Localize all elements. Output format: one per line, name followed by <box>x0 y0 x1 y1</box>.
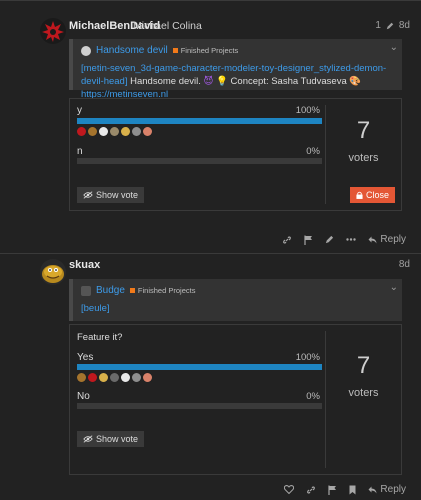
voter-avatars <box>77 373 152 382</box>
lightbulb-emoji-icon: 💡 <box>216 76 228 87</box>
palette-emoji-icon: 🎨 <box>349 76 362 87</box>
voter-avatars <box>77 127 152 136</box>
avatar[interactable] <box>132 127 141 136</box>
username[interactable]: skuax <box>69 259 100 271</box>
link-icon[interactable] <box>306 485 316 495</box>
poll-bar <box>77 158 322 164</box>
quote-link[interactable]: [beule] <box>81 303 110 314</box>
quote-user-link[interactable]: Handsome devil <box>96 45 168 56</box>
poll-option-percent: 0% <box>306 391 320 402</box>
full-name[interactable]: Michael Colina <box>133 20 202 32</box>
poll-bar-fill <box>77 364 322 370</box>
poll-option-percent: 100% <box>295 352 320 363</box>
reply-button[interactable]: Reply <box>368 484 406 495</box>
avatar[interactable] <box>88 127 97 136</box>
edit-count[interactable]: 1 <box>375 20 381 31</box>
category-badge[interactable]: Finished Projects <box>172 46 239 55</box>
post-meta: 8d <box>399 259 410 270</box>
poll-option-label[interactable]: Yes <box>77 352 93 363</box>
eye-slash-icon <box>83 435 93 443</box>
avatar[interactable] <box>77 127 86 136</box>
post-1: MichaelBenDavid Michael Colina 1 8d Hand… <box>0 5 421 250</box>
voters-count: 7 <box>356 352 371 379</box>
more-options-icon[interactable] <box>346 238 357 241</box>
avatar[interactable] <box>99 127 108 136</box>
voters-label: voters <box>348 152 379 164</box>
flag-icon[interactable] <box>328 485 337 495</box>
show-vote-label: Show vote <box>96 434 139 444</box>
avatar[interactable] <box>110 373 119 382</box>
quote-block: Budge Finished Projects ⌄ [beule] <box>69 279 402 321</box>
avatar[interactable] <box>77 373 86 382</box>
poll-option-percent: 100% <box>295 105 320 116</box>
poll-bar <box>77 118 322 124</box>
close-label: Close <box>365 190 389 200</box>
heart-icon[interactable] <box>284 485 295 494</box>
avatar[interactable] <box>40 259 66 285</box>
avatar[interactable] <box>88 373 97 382</box>
pencil-icon[interactable] <box>325 235 334 244</box>
quote-avatar <box>81 285 91 296</box>
link-icon[interactable] <box>282 235 292 245</box>
category-badge[interactable]: Finished Projects <box>129 286 196 295</box>
poll-bar <box>77 364 322 370</box>
post-2: skuax 8d Budge Finished Projects ⌄ [beul… <box>0 253 421 500</box>
avatar[interactable] <box>143 373 152 382</box>
category-color <box>172 48 178 53</box>
post-age[interactable]: 8d <box>399 20 410 31</box>
quote-body: [metin-seven_3d-game-character-modeler-t… <box>81 62 392 101</box>
poll-question: Feature it? <box>77 332 123 343</box>
avatar[interactable] <box>121 127 130 136</box>
voters-count: 7 <box>356 117 371 144</box>
reply-label: Reply <box>380 484 406 495</box>
avatar[interactable] <box>121 373 130 382</box>
flag-icon[interactable] <box>304 235 313 245</box>
quote-text: Concept: Sasha Tudvaseva <box>227 76 350 87</box>
quote-text: Handsome devil. <box>127 76 204 87</box>
chevron-down-icon[interactable]: ⌄ <box>390 42 398 53</box>
quote-header: Handsome devil Finished Projects <box>81 45 238 56</box>
quote-header: Budge Finished Projects <box>81 285 195 296</box>
post-actions: Reply <box>282 234 406 245</box>
eye-slash-icon <box>83 191 93 199</box>
quote-block: Handsome devil Finished Projects ⌄ [meti… <box>69 39 402 100</box>
category-color <box>129 288 135 293</box>
reply-icon <box>368 236 377 244</box>
poll-bar-fill <box>77 118 322 124</box>
devil-emoji-icon: 😈 <box>203 76 214 87</box>
show-vote-button[interactable]: Show vote <box>77 431 145 447</box>
poll-bar <box>77 403 322 409</box>
poll: y 100% n 0% 7 voters Show vote Close <box>69 98 402 211</box>
show-vote-button[interactable]: Show vote <box>77 187 145 203</box>
category-label: Finished Projects <box>180 46 239 55</box>
show-vote-label: Show vote <box>96 190 139 200</box>
divider <box>0 0 421 4</box>
poll-option-label[interactable]: n <box>77 146 83 157</box>
quote-user-link[interactable]: Budge <box>96 285 125 296</box>
post-meta: 1 8d <box>375 20 410 31</box>
avatar[interactable] <box>99 373 108 382</box>
poll: Feature it? Yes 100% No 0% 7 voters Show… <box>69 324 402 475</box>
quote-body: [beule] <box>81 302 392 315</box>
quote-avatar <box>81 45 91 56</box>
lock-icon <box>356 191 363 199</box>
reply-button[interactable]: Reply <box>368 234 406 245</box>
close-poll-button[interactable]: Close <box>349 187 395 203</box>
avatar[interactable] <box>143 127 152 136</box>
voters-label: voters <box>348 387 379 399</box>
pencil-icon[interactable] <box>386 22 394 30</box>
poll-option-percent: 0% <box>306 146 320 157</box>
reply-icon <box>368 486 377 494</box>
chevron-down-icon[interactable]: ⌄ <box>390 282 398 293</box>
avatar[interactable] <box>132 373 141 382</box>
post-age[interactable]: 8d <box>399 259 410 270</box>
poll-option-label[interactable]: y <box>77 105 82 116</box>
category-label: Finished Projects <box>137 286 196 295</box>
bookmark-icon[interactable] <box>349 485 356 495</box>
reply-label: Reply <box>380 234 406 245</box>
avatar[interactable] <box>110 127 119 136</box>
avatar[interactable] <box>40 18 66 44</box>
poll-option-label[interactable]: No <box>77 391 90 402</box>
post-actions: Reply <box>284 484 406 495</box>
